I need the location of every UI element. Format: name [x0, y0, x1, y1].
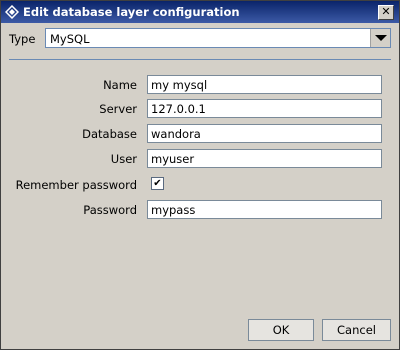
user-label: User: [110, 152, 137, 166]
password-input[interactable]: mypass: [147, 200, 382, 219]
database-input[interactable]: wandora: [147, 124, 382, 143]
chevron-down-icon[interactable]: [370, 29, 390, 47]
remember-password-label: Remember password: [15, 178, 137, 192]
remember-password-checkbox[interactable]: ✔: [151, 177, 164, 190]
user-input[interactable]: myuser: [147, 149, 382, 168]
password-label: Password: [83, 203, 137, 217]
window-title: Edit database layer configuration: [23, 5, 240, 19]
title-bar[interactable]: Edit database layer configuration ✕: [1, 1, 399, 23]
type-label: Type: [9, 32, 36, 46]
database-label: Database: [82, 127, 137, 141]
app-diamond-icon: [5, 5, 19, 19]
type-dropdown[interactable]: MySQL: [45, 28, 391, 48]
name-label: Name: [103, 78, 137, 92]
dialog-window: Edit database layer configuration ✕ Type…: [0, 0, 400, 350]
server-input[interactable]: 127.0.0.1: [147, 99, 382, 118]
cancel-button[interactable]: Cancel: [322, 319, 391, 341]
separator: [9, 59, 391, 60]
ok-button[interactable]: OK: [248, 319, 314, 341]
name-input[interactable]: my mysql: [147, 75, 382, 94]
type-selected-value: MySQL: [50, 32, 90, 46]
close-button[interactable]: ✕: [378, 5, 394, 20]
server-label: Server: [99, 102, 137, 116]
